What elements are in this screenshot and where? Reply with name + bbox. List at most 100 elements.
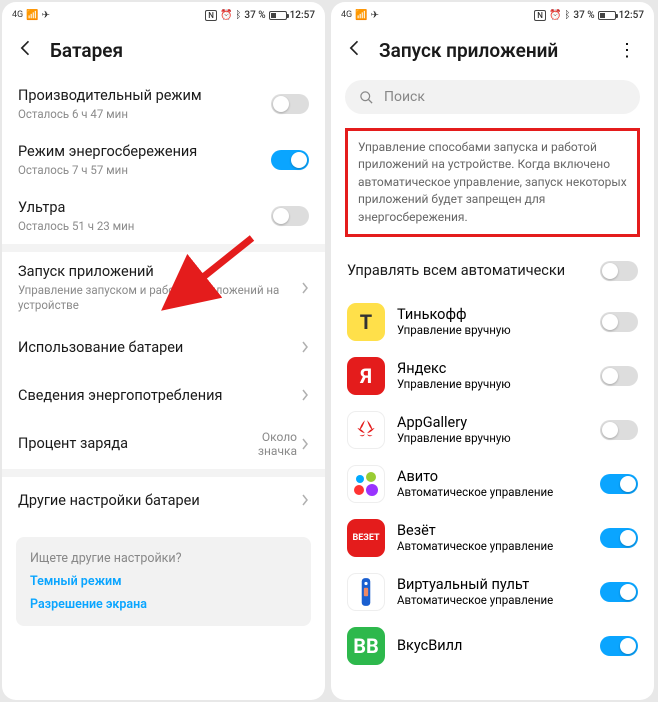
status-bar: 4G 📶 ✈ N ⏰ ᛒ 37 % 12:57: [331, 2, 654, 28]
row-ultra[interactable]: Ультра Осталось 51 ч 23 мин: [2, 188, 325, 244]
app-sub: Автоматическое управление: [397, 593, 600, 607]
screen-app-launch: 4G 📶 ✈ N ⏰ ᛒ 37 % 12:57 Запуск приложени…: [331, 2, 654, 700]
app-toggle[interactable]: [600, 366, 638, 386]
app-sub: Управление вручную: [397, 323, 600, 337]
app-icon: [347, 465, 385, 503]
app-name: ВкусВилл: [397, 637, 600, 654]
manage-all-title: Управлять всем автоматически: [347, 261, 600, 281]
pct-value: Около значка: [247, 430, 297, 459]
app-row[interactable]: АвитоАвтоматическое управление: [331, 457, 654, 511]
back-icon[interactable]: [16, 38, 36, 62]
search-input[interactable]: Поиск: [345, 80, 640, 114]
manage-all-toggle[interactable]: [600, 261, 638, 281]
ultra-title: Ультра: [18, 198, 271, 218]
row-battery-usage[interactable]: Использование батареи: [2, 324, 325, 372]
chevron-right-icon: [301, 491, 309, 510]
search-icon: [359, 90, 374, 105]
pct-title: Процент заряда: [18, 434, 247, 454]
app-icon: [347, 411, 385, 449]
nfc-icon: N: [534, 10, 546, 21]
chevron-right-icon: [301, 435, 309, 454]
battery-icon: [269, 11, 287, 20]
app-row[interactable]: Виртуальный пультАвтоматическое управлен…: [331, 565, 654, 619]
save-toggle[interactable]: [271, 150, 309, 170]
app-icon: ВВ: [347, 627, 385, 665]
app-toggle[interactable]: [600, 474, 638, 494]
app-row[interactable]: ВЕЗЕТ ВезётАвтоматическое управление: [331, 511, 654, 565]
telegram-icon: ✈: [371, 10, 379, 21]
bluetooth-icon: ᛒ: [235, 10, 241, 21]
app-name: Везёт: [397, 522, 600, 539]
alarm-icon: ⏰: [549, 10, 561, 21]
app-toggle[interactable]: [600, 420, 638, 440]
app-toggle[interactable]: [600, 582, 638, 602]
app-icon: ВЕЗЕТ: [347, 519, 385, 557]
app-row[interactable]: ЯЯндексУправление вручную: [331, 349, 654, 403]
back-icon[interactable]: [345, 38, 365, 62]
app-sub: Автоматическое управление: [397, 539, 600, 553]
launch-title: Запуск приложений: [18, 262, 301, 282]
battery-icon: [598, 11, 616, 20]
app-icon: Т: [347, 303, 385, 341]
row-manage-all[interactable]: Управлять всем автоматически: [331, 247, 654, 295]
divider: [2, 244, 325, 252]
search-placeholder: Поиск: [384, 89, 425, 105]
app-row[interactable]: Т ТинькоффУправление вручную: [331, 295, 654, 349]
clock: 12:57: [290, 10, 315, 21]
perf-toggle[interactable]: [271, 94, 309, 114]
row-performance-mode[interactable]: Производительный режим Осталось 6 ч 47 м…: [2, 76, 325, 132]
app-name: Тинькофф: [397, 306, 600, 323]
wifi-icon: 📶: [355, 10, 367, 21]
menu-icon[interactable]: ⋮: [614, 40, 640, 61]
app-name: AppGallery: [397, 414, 600, 431]
alarm-icon: ⏰: [220, 10, 232, 21]
save-sub: Осталось 7 ч 57 мин: [18, 163, 271, 179]
chevron-right-icon: [301, 386, 309, 405]
status-bar: 4G 📶 ✈ N ⏰ ᛒ 37 % 12:57: [2, 2, 325, 28]
app-sub: Управление вручную: [397, 431, 600, 445]
app-sub: Автоматическое управление: [397, 485, 600, 499]
wifi-icon: 📶: [26, 10, 38, 21]
telegram-icon: ✈: [42, 10, 50, 21]
ultra-toggle[interactable]: [271, 206, 309, 226]
chevron-right-icon: [301, 338, 309, 357]
app-name: Виртуальный пульт: [397, 576, 600, 593]
perf-sub: Осталось 6 ч 47 мин: [18, 107, 271, 123]
tips-box: Ищете другие настройки? Темный режим Раз…: [16, 537, 311, 626]
divider: [2, 469, 325, 477]
row-power-save[interactable]: Режим энергосбережения Осталось 7 ч 57 м…: [2, 132, 325, 188]
app-row[interactable]: ВВ ВкусВилл: [331, 619, 654, 673]
launch-sub: Управление запуском и работой приложений…: [18, 283, 301, 314]
header: Батарея: [2, 28, 325, 76]
app-icon: [347, 573, 385, 611]
clock: 12:57: [619, 10, 644, 21]
perf-title: Производительный режим: [18, 86, 271, 106]
signal-icon: 4G: [12, 10, 23, 20]
tips-link-resolution[interactable]: Разрешение экрана: [30, 597, 297, 612]
other-title: Другие настройки батареи: [18, 491, 301, 511]
row-power-details[interactable]: Сведения энергопотребления: [2, 372, 325, 420]
app-toggle[interactable]: [600, 528, 638, 548]
tips-link-dark-mode[interactable]: Темный режим: [30, 574, 297, 589]
usage-title: Использование батареи: [18, 338, 301, 358]
app-toggle[interactable]: [600, 636, 638, 656]
nfc-icon: N: [205, 10, 217, 21]
app-icon: Я: [347, 357, 385, 395]
save-title: Режим энергосбережения: [18, 142, 271, 162]
tips-question: Ищете другие настройки?: [30, 551, 297, 566]
battery-pct: 37 %: [573, 10, 594, 21]
app-list: ТТинькоффУправление вручнуюЯЯндексУправл…: [331, 295, 654, 673]
app-row[interactable]: AppGalleryУправление вручную: [331, 403, 654, 457]
bluetooth-icon: ᛒ: [564, 10, 570, 21]
row-app-launch[interactable]: Запуск приложений Управление запуском и …: [2, 252, 325, 324]
row-other-settings[interactable]: Другие настройки батареи: [2, 477, 325, 525]
signal-icon: 4G: [341, 10, 352, 20]
page-title: Батарея: [50, 39, 123, 62]
row-battery-percent[interactable]: Процент заряда Около значка: [2, 420, 325, 469]
header: Запуск приложений ⋮: [331, 28, 654, 76]
app-toggle[interactable]: [600, 312, 638, 332]
ultra-sub: Осталось 51 ч 23 мин: [18, 219, 271, 235]
screen-battery: 4G 📶 ✈ N ⏰ ᛒ 37 % 12:57 Батарея Производ…: [2, 2, 325, 700]
chevron-right-icon: [301, 279, 309, 298]
details-title: Сведения энергопотребления: [18, 386, 301, 406]
